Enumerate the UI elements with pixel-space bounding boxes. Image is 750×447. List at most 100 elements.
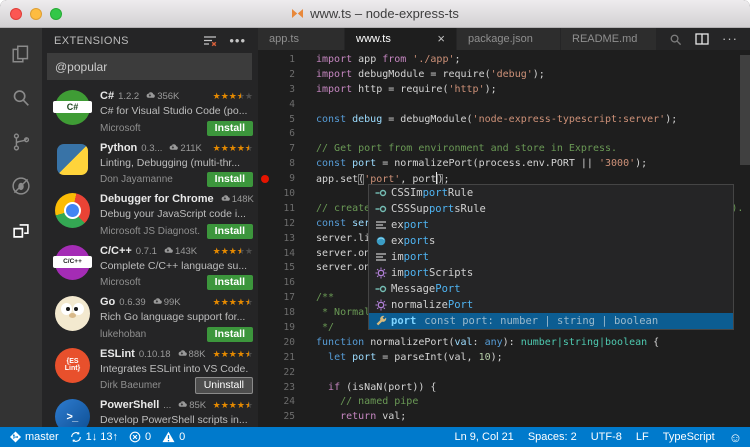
- extension-item[interactable]: {ESLint}ESLint0.10.1888K★★★★★★Integrates…: [42, 344, 258, 396]
- extension-footer-row: Microsoft Install: [100, 275, 253, 291]
- download-count: 143K: [174, 245, 198, 257]
- tab-www-ts[interactable]: www.ts ×: [345, 28, 457, 50]
- suggestion-match: Port: [435, 283, 461, 295]
- extensions-search-input[interactable]: [47, 53, 252, 80]
- code-line[interactable]: 1 import app from './app';: [258, 52, 750, 67]
- extensions-icon[interactable]: [9, 218, 33, 242]
- suggestion-match: port: [391, 315, 417, 327]
- code-line[interactable]: 5 const debug = debugModule('node-express…: [258, 112, 750, 127]
- code-line[interactable]: 20 function normalizePort(val: any): numb…: [258, 335, 750, 350]
- suggestion-item[interactable]: MessagePort: [369, 281, 733, 297]
- feedback-smiley-icon[interactable]: ☺: [729, 431, 742, 444]
- minimize-button[interactable]: [30, 7, 42, 20]
- suggestion-item[interactable]: normalizePort: [369, 297, 733, 313]
- line-col-indicator[interactable]: Ln 9, Col 21: [454, 431, 513, 443]
- rating-stars: ★★★★★★: [213, 143, 253, 153]
- open-preview-icon[interactable]: [669, 33, 682, 46]
- install-button[interactable]: Install: [206, 223, 253, 239]
- warnings-status[interactable]: 0: [162, 431, 185, 443]
- suggestion-item[interactable]: CSSImportRule: [369, 185, 733, 201]
- suggestion-label: import: [391, 251, 429, 263]
- code-token: if: [328, 381, 341, 393]
- code-line[interactable]: 25 return val;: [258, 409, 750, 424]
- code-line[interactable]: 8 const port = normalizePort(process.env.…: [258, 156, 750, 171]
- more-actions-icon[interactable]: ···: [722, 32, 738, 45]
- line-number: 1: [289, 53, 295, 65]
- split-editor-icon[interactable]: [695, 33, 709, 45]
- suggestion-item[interactable]: import: [369, 249, 733, 265]
- tab-app-ts[interactable]: app.ts: [258, 28, 345, 50]
- code-line[interactable]: 4: [258, 97, 750, 112]
- download-count: 99K: [163, 297, 181, 308]
- tab-bar: app.ts www.ts × package.json README.md ·…: [258, 28, 750, 50]
- zoom-button[interactable]: [50, 7, 62, 20]
- extension-header-row: C/C++0.7.1143K★★★★★★: [100, 245, 253, 257]
- extension-info: Go0.6.3999K★★★★★★Rich Go language suppor…: [100, 292, 253, 344]
- code-token: {: [647, 336, 660, 348]
- install-button[interactable]: Install: [206, 120, 253, 136]
- source-control-icon[interactable]: [9, 130, 33, 154]
- sidebar-more-actions-icon[interactable]: •••: [229, 34, 246, 47]
- suggestion-item[interactable]: CSSSupportsRule: [369, 201, 733, 217]
- code-token: = debugModule(: [382, 113, 473, 125]
- extension-item[interactable]: C#C#1.2.2356K★★★★★★C# for Visual Studio …: [42, 86, 258, 138]
- suggestion-match: Port: [447, 299, 474, 311]
- suggestion-text: normalize: [391, 299, 448, 311]
- errors-status[interactable]: 0: [129, 431, 151, 443]
- debug-icon[interactable]: [9, 174, 33, 198]
- editor-scrollbar[interactable]: [740, 55, 750, 165]
- code-line[interactable]: 6: [258, 126, 750, 141]
- rating-stars: ★★★★★★: [213, 92, 253, 101]
- rating-stars: ★★★★★★: [213, 298, 253, 307]
- suggestion-item[interactable]: export: [369, 217, 733, 233]
- install-button[interactable]: Install: [206, 326, 253, 342]
- code-line[interactable]: 7 // Get port from environment and store …: [258, 141, 750, 156]
- tab-package-json[interactable]: package.json: [457, 28, 561, 50]
- code-text: import app from './app';: [316, 54, 461, 65]
- close-tab-icon[interactable]: ×: [437, 32, 445, 45]
- git-branch-status[interactable]: master: [10, 431, 59, 443]
- editor-actions: ···: [669, 28, 750, 50]
- suggestion-item[interactable]: exports: [369, 233, 733, 249]
- code-token: import: [316, 53, 359, 65]
- extension-item[interactable]: >_PowerShell...85K★★★★★★Develop PowerShe…: [42, 395, 258, 427]
- extensions-sidebar: EXTENSIONS ••• C#C#1.2.2356K★★★★★★C# for…: [42, 28, 258, 427]
- sidebar-header: EXTENSIONS •••: [42, 28, 258, 54]
- suggestion-item[interactable]: importScripts: [369, 265, 733, 281]
- code-line[interactable]: 24 // named pipe: [258, 394, 750, 409]
- clear-extensions-filter-icon[interactable]: [203, 35, 217, 47]
- code-line[interactable]: 3 import http = require('http');: [258, 82, 750, 97]
- code-line[interactable]: 21 let port = parseInt(val, 10);: [258, 350, 750, 365]
- close-button[interactable]: [10, 7, 22, 20]
- suggestion-item[interactable]: port const port: number | string | boolea…: [369, 313, 733, 329]
- language-indicator[interactable]: TypeScript: [663, 431, 715, 443]
- star-full-icon: ★: [228, 91, 237, 101]
- suggestion-match: port: [403, 267, 429, 279]
- suggestion-label: CSSSupportsRule: [391, 203, 486, 215]
- code-line[interactable]: 2 import debugModule = require('debug');: [258, 67, 750, 82]
- eol-indicator[interactable]: LF: [636, 431, 649, 443]
- install-button[interactable]: Install: [206, 275, 253, 290]
- search-icon[interactable]: [9, 86, 33, 110]
- extension-item[interactable]: Debugger for Chrome 148K Debug your JavaSc…: [42, 189, 258, 241]
- code-token: val;: [376, 411, 407, 423]
- star-half-icon: ★★: [244, 297, 253, 307]
- code-token: );: [635, 158, 648, 170]
- line-number: 11: [283, 202, 295, 214]
- code-line[interactable]: 23 if (isNaN(port)) {: [258, 380, 750, 395]
- breakpoint-gutter[interactable]: [258, 174, 271, 183]
- code-token: 10: [478, 351, 491, 363]
- code-line[interactable]: 22: [258, 365, 750, 380]
- explorer-icon[interactable]: [9, 42, 33, 66]
- extension-item[interactable]: Go0.6.3999K★★★★★★Rich Go language suppor…: [42, 292, 258, 344]
- line-number: 16: [283, 277, 295, 289]
- extension-item[interactable]: Python0.3...211K★★★★★★Linting, Debugging…: [42, 138, 258, 190]
- extension-item[interactable]: C/C++C/C++0.7.1143K★★★★★★Complete C/C++ …: [42, 241, 258, 293]
- encoding-indicator[interactable]: UTF-8: [591, 431, 622, 443]
- uninstall-button[interactable]: Uninstall: [194, 377, 253, 394]
- sync-status[interactable]: 1↓ 13↑: [70, 431, 118, 443]
- indentation-indicator[interactable]: Spaces: 2: [528, 431, 577, 443]
- install-button[interactable]: Install: [206, 172, 253, 187]
- tab-readme-md[interactable]: README.md: [561, 28, 657, 50]
- code-editor[interactable]: 1 import app from './app'; 2 import debugMo…: [258, 50, 750, 427]
